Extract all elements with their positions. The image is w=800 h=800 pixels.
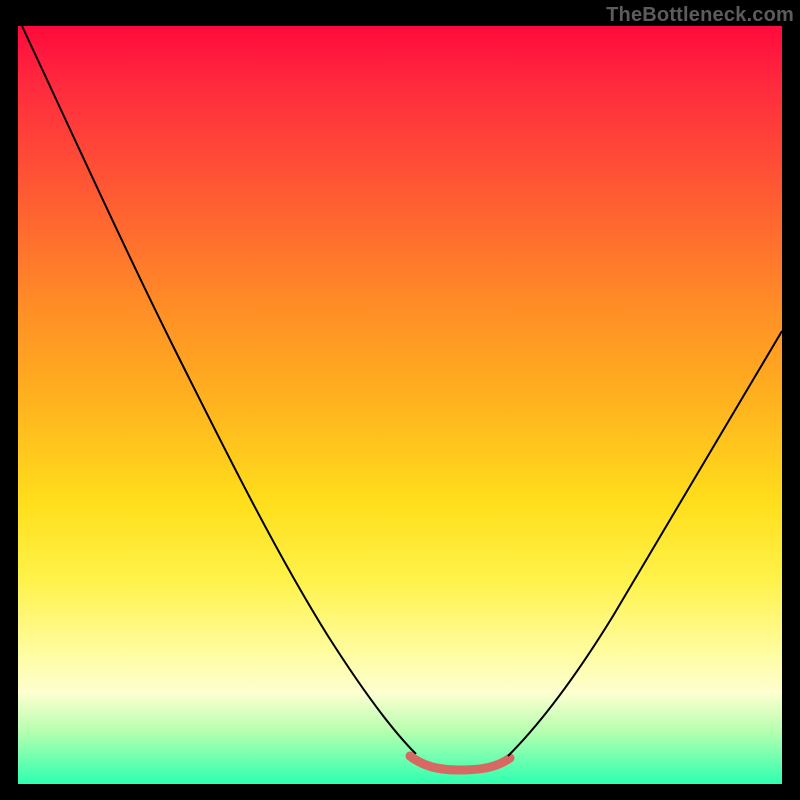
- flat-bottom-path: [410, 756, 510, 770]
- chart-frame: [18, 26, 782, 784]
- left-curve-path: [22, 26, 416, 754]
- chart-curves-svg: [18, 26, 782, 784]
- right-curve-path: [508, 331, 782, 756]
- watermark-text: TheBottleneck.com: [606, 4, 794, 27]
